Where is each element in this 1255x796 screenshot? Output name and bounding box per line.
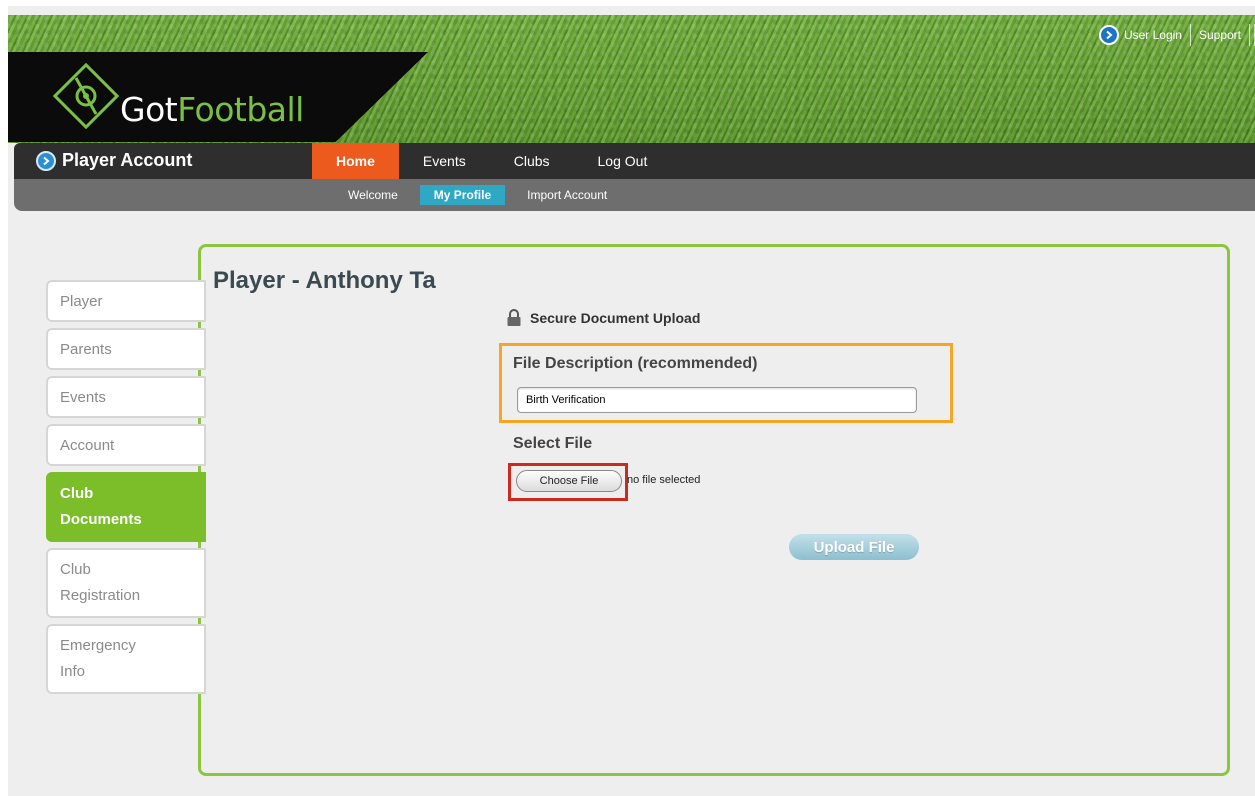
sidebar-item-label: Parents bbox=[60, 340, 112, 358]
label-line-1: Emergency bbox=[60, 637, 136, 654]
main-nav-items: Home Events Clubs Log Out bbox=[312, 143, 671, 179]
page-title: Player - Anthony Ta bbox=[213, 267, 436, 294]
sidebar-item-club-documents[interactable]: Club Documents bbox=[46, 472, 206, 542]
account-title-label: Player Account bbox=[62, 150, 193, 170]
select-file-label: Select File bbox=[513, 435, 593, 452]
sidebar-item-parents[interactable]: Parents bbox=[46, 328, 206, 370]
sub-nav-items: Welcome My Profile Import Account bbox=[336, 185, 619, 205]
content-panel: Player - Anthony Ta Secure Document Uplo… bbox=[198, 244, 1230, 776]
sidebar-item-label: Club Registration bbox=[60, 557, 140, 609]
arrow-circle-icon bbox=[36, 150, 56, 171]
user-login-link[interactable]: User Login bbox=[1091, 24, 1191, 46]
support-label: Support bbox=[1198, 28, 1241, 42]
subnav-import-account[interactable]: Import Account bbox=[515, 185, 619, 205]
nav-events[interactable]: Events bbox=[399, 143, 490, 179]
sidebar-item-label: Player bbox=[60, 292, 103, 310]
sidebar-item-account[interactable]: Account bbox=[46, 424, 206, 466]
sidebar-item-label: Events bbox=[60, 388, 106, 406]
secure-upload-label: Secure Document Upload bbox=[530, 310, 701, 326]
lock-icon bbox=[507, 309, 521, 326]
logo-got: Got bbox=[120, 90, 178, 129]
subnav-my-profile[interactable]: My Profile bbox=[419, 185, 506, 205]
label-line-2: Info bbox=[60, 663, 86, 680]
label-line-2: Registration bbox=[60, 587, 141, 604]
page-frame: GotFootball User Login Support Player Ac… bbox=[8, 6, 1255, 796]
secure-upload-heading: Secure Document Upload bbox=[506, 309, 700, 327]
main-nav: Player Account Home Events Clubs Log Out bbox=[14, 143, 1255, 179]
no-file-selected-text: no file selected bbox=[627, 474, 701, 486]
gotfootball-logo-icon[interactable] bbox=[46, 56, 126, 136]
description-input[interactable] bbox=[517, 387, 917, 413]
sidebar-item-emergency-info[interactable]: Emergency Info bbox=[46, 624, 206, 694]
nav-log-out[interactable]: Log Out bbox=[574, 143, 672, 179]
logo-wordmark[interactable]: GotFootball bbox=[120, 90, 304, 129]
description-label: File Description (recommended) bbox=[513, 355, 758, 372]
sidebar-item-label: Account bbox=[60, 436, 115, 454]
arrow-circle-icon bbox=[1098, 25, 1119, 45]
sidebar-item-events[interactable]: Events bbox=[46, 376, 206, 418]
nav-clubs[interactable]: Clubs bbox=[490, 143, 574, 179]
support-link[interactable]: Support bbox=[1191, 24, 1250, 46]
top-links: User Login Support bbox=[1091, 24, 1255, 46]
label-line-1: Club bbox=[60, 485, 94, 502]
logo-football: Football bbox=[177, 90, 304, 129]
choose-file-button[interactable]: Choose File bbox=[516, 470, 622, 492]
label-line-1: Club bbox=[60, 561, 91, 578]
sidebar-item-label: Club Documents bbox=[60, 481, 142, 533]
sidebar-item-label: Emergency Info bbox=[60, 633, 136, 685]
sidebar-item-player[interactable]: Player bbox=[46, 280, 206, 322]
user-login-label: User Login bbox=[1123, 28, 1182, 42]
sub-nav: Welcome My Profile Import Account bbox=[14, 179, 1255, 211]
subnav-welcome[interactable]: Welcome bbox=[336, 185, 410, 205]
account-title: Player Account bbox=[36, 150, 192, 171]
upload-file-button[interactable]: Upload File bbox=[789, 534, 919, 560]
label-line-2: Documents bbox=[60, 511, 142, 528]
sidebar-tabs: Player Parents Events Account Club Docume… bbox=[46, 280, 206, 700]
nav-home[interactable]: Home bbox=[312, 143, 399, 179]
toplink-separator bbox=[1250, 24, 1255, 46]
sidebar-item-club-registration[interactable]: Club Registration bbox=[46, 548, 206, 618]
